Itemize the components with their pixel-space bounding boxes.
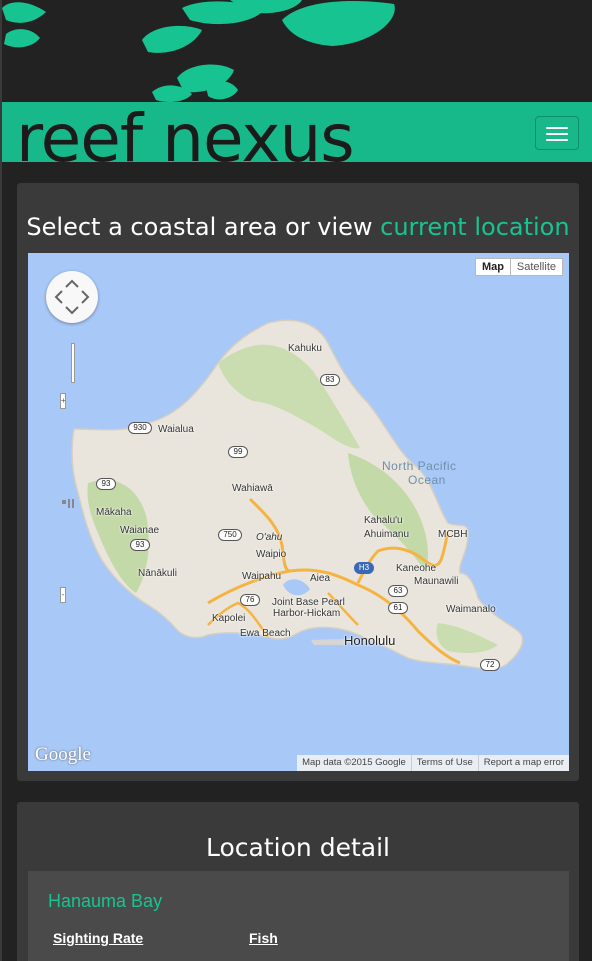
pan-arrows-icon: [54, 279, 90, 315]
map-label: MCBH: [438, 529, 468, 540]
route-shield: 72: [480, 659, 500, 671]
route-shield: 99: [228, 446, 248, 458]
route-shield: 750: [218, 529, 242, 541]
map-label: Aiea: [310, 573, 331, 584]
map-type-satellite-button[interactable]: Satellite: [509, 258, 563, 276]
map-label: Harbor-Hickam: [273, 608, 341, 619]
map-label: Kapolei: [212, 613, 246, 624]
map-label: Waimanalo: [446, 604, 496, 615]
fish-silhouettes-graphic: [2, 0, 395, 102]
map-label: Joint Base Pearl: [272, 597, 345, 608]
hamburger-icon-line: [546, 133, 568, 135]
map-type-map-button[interactable]: Map: [475, 258, 511, 276]
hero-banner: [2, 0, 592, 102]
map-label: Kahuku: [288, 343, 322, 354]
map-label: Kaneohe: [396, 563, 437, 574]
fish-column-header[interactable]: Fish: [249, 930, 278, 946]
route-shield: 61: [388, 602, 408, 614]
street-view-pegman-icon[interactable]: [61, 497, 77, 509]
map-label: Maunawili: [414, 576, 459, 587]
map-label: Waianae: [120, 525, 160, 536]
route-shield: 83: [320, 374, 340, 386]
brand-bar: reef nexus: [2, 102, 592, 162]
hamburger-icon-line: [546, 139, 568, 141]
map-panel-title-prefix: Select a coastal area or view: [26, 213, 381, 241]
google-logo: Google: [35, 744, 91, 765]
location-detail-panel: Location detail Hanauma Bay Sighting Rat…: [17, 802, 579, 961]
map-panel-title: Select a coastal area or view current lo…: [17, 213, 579, 241]
map-label: Waipio: [256, 549, 287, 560]
brand-logo[interactable]: reef nexus: [16, 106, 355, 163]
map-data-credit: Map data ©2015 Google: [302, 757, 406, 768]
current-location-link[interactable]: current location: [380, 213, 569, 241]
map-label: Ewa Beach: [240, 628, 291, 639]
map-label: Mākaha: [96, 507, 132, 518]
route-shield: 63: [388, 585, 408, 597]
terms-of-use-link[interactable]: Terms of Use: [410, 755, 478, 771]
route-shield: 93: [130, 539, 150, 551]
map-view[interactable]: Map Satellite + - Kahuku 83 930 Waialua …: [28, 253, 569, 771]
zoom-slider[interactable]: [71, 343, 75, 383]
map-label: Honolulu: [344, 633, 396, 648]
map-label: Waialua: [158, 424, 194, 435]
route-shield: 930: [128, 422, 152, 434]
route-shield: 93: [96, 478, 116, 490]
hamburger-icon: [546, 127, 568, 129]
location-detail-card: Hanauma Bay Sighting Rate Fish: [28, 871, 569, 961]
nav-toggle-button[interactable]: [535, 116, 579, 150]
map-label-ocean: Ocean: [408, 473, 446, 487]
route-shield-interstate: H3: [354, 562, 374, 574]
map-panel: Select a coastal area or view current lo…: [17, 183, 579, 781]
sighting-rate-column-header[interactable]: Sighting Rate: [53, 930, 143, 946]
location-name: Hanauma Bay: [48, 891, 163, 911]
zoom-out-button[interactable]: -: [60, 587, 66, 603]
map-label: Nānākuli: [138, 568, 177, 579]
map-label: Ahuimanu: [364, 529, 410, 540]
map-label: Kahalu'u: [364, 515, 403, 526]
map-label: O'ahu: [256, 532, 283, 543]
map-label-ocean: North Pacific: [382, 459, 457, 473]
pan-control[interactable]: [46, 271, 98, 323]
map-label: Wahiawā: [232, 483, 273, 494]
map-label: Waipahu: [242, 571, 282, 582]
location-detail-title: Location detail: [206, 833, 390, 862]
route-shield: 76: [240, 594, 260, 606]
zoom-in-button[interactable]: +: [60, 393, 66, 409]
page: reef nexus Select a coastal area or view…: [0, 0, 592, 961]
report-map-error-link[interactable]: Report a map error: [477, 755, 569, 771]
map-attribution: Map data ©2015 Google Terms of Use Repor…: [297, 755, 569, 771]
